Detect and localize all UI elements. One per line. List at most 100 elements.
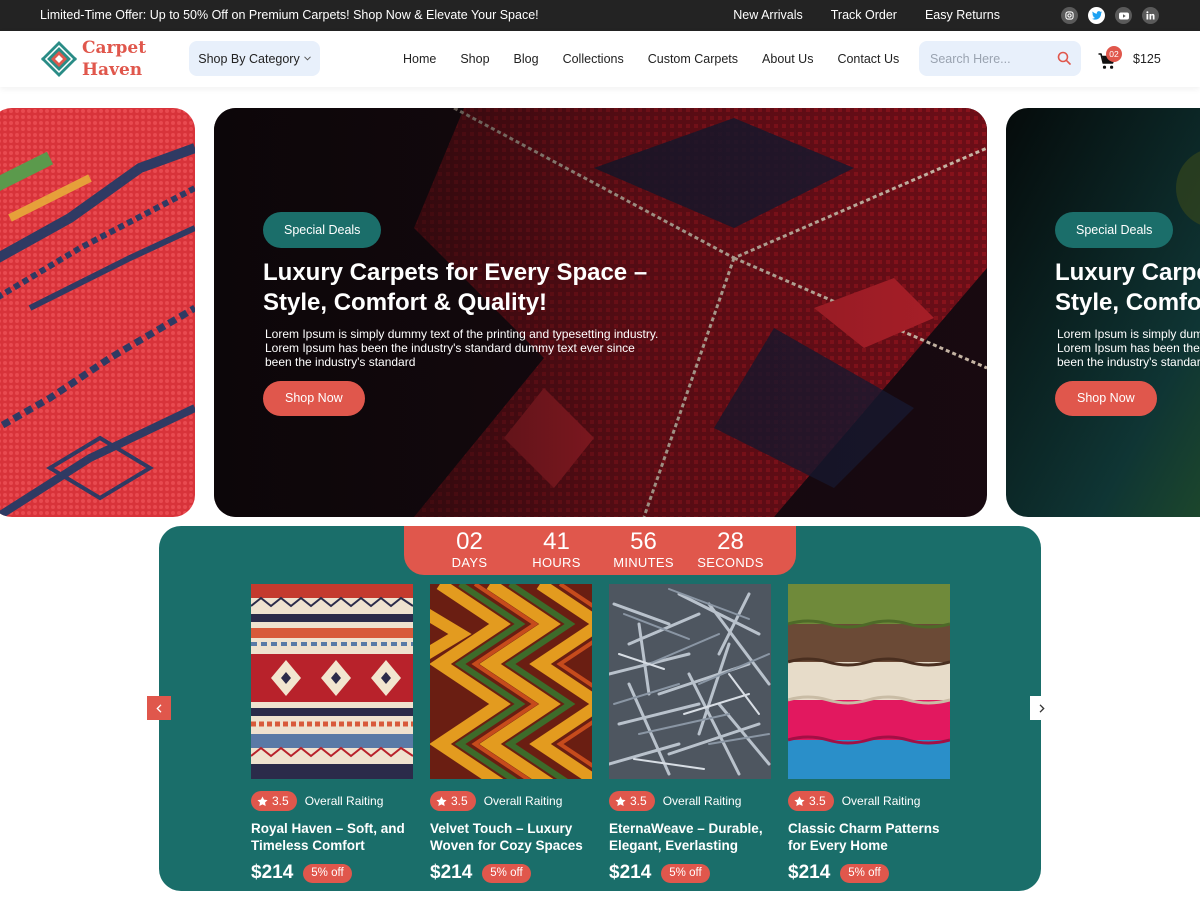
cart-total[interactable]: $125: [1133, 52, 1161, 66]
price-row: $214 5% off: [609, 862, 771, 884]
hours-value: 41: [543, 528, 570, 555]
shop-now-button[interactable]: Shop Now: [263, 381, 365, 416]
shop-by-category-button[interactable]: Shop By Category: [189, 41, 320, 76]
rating-value: 3.5: [630, 794, 647, 808]
discount-badge: 5% off: [661, 863, 710, 883]
woven-carpet-image: [430, 584, 592, 779]
logo-icon: [41, 41, 77, 77]
product-price: $214: [430, 862, 473, 883]
rating-row: 3.5 Overall Raiting: [251, 791, 413, 811]
youtube-icon[interactable]: [1115, 7, 1132, 24]
product-name[interactable]: EternaWeave – Durable, Elegant, Everlast…: [609, 820, 771, 854]
rating-value: 3.5: [272, 794, 289, 808]
hero-content-next: Special Deals Luxury Carpets for Every S…: [1055, 212, 1200, 416]
top-bar: Limited-Time Offer: Up to 50% Off on Pre…: [0, 0, 1200, 31]
hero-title: Luxury Carpets for Every Space – Style, …: [263, 259, 648, 316]
search-box: [919, 41, 1081, 76]
stacked-carpets-image: [788, 584, 950, 779]
days-label: DAYS: [451, 555, 488, 570]
main-nav: Home Shop Blog Collections Custom Carpet…: [403, 52, 923, 66]
seconds-label: SECONDS: [697, 555, 764, 570]
logo-text: Carpet Haven: [82, 37, 146, 81]
rating-label: Overall Raiting: [662, 794, 742, 808]
easy-returns-link[interactable]: Easy Returns: [925, 8, 1000, 22]
rating-value: 3.5: [451, 794, 468, 808]
main-header: Carpet Haven Shop By Category Home Shop …: [0, 31, 1200, 87]
track-order-link[interactable]: Track Order: [831, 8, 897, 22]
product-name[interactable]: Classic Charm Patterns for Every Home: [788, 820, 950, 854]
shag-carpet-image: [609, 584, 771, 779]
discount-badge: 5% off: [482, 863, 531, 883]
product-card[interactable]: 3.5 Overall Raiting Classic Charm Patter…: [788, 584, 950, 884]
price-row: $214 5% off: [430, 862, 592, 884]
price-row: $214 5% off: [251, 862, 413, 884]
product-image[interactable]: [251, 584, 413, 779]
product-image[interactable]: [430, 584, 592, 779]
price-row: $214 5% off: [788, 862, 950, 884]
hero-description-next: Lorem Ipsum is simply dummy text of the …: [1057, 327, 1200, 369]
carpet-image: [0, 108, 195, 517]
promo-text: Limited-Time Offer: Up to 50% Off on Pre…: [40, 8, 539, 22]
countdown-timer: 02 DAYS 41 HOURS 56 MINUTES 28 SECONDS: [404, 526, 796, 575]
linkedin-icon[interactable]: [1142, 7, 1159, 24]
seconds-value: 28: [717, 528, 744, 555]
hero-slide-next[interactable]: Special Deals Luxury Carpets for Every S…: [1006, 108, 1200, 517]
product-price: $214: [251, 862, 294, 883]
carousel-next-button[interactable]: [1030, 696, 1054, 720]
search-input[interactable]: [919, 41, 1039, 76]
nav-custom-carpets[interactable]: Custom Carpets: [648, 52, 738, 66]
product-name[interactable]: Velvet Touch – Luxury Woven for Cozy Spa…: [430, 820, 592, 854]
timer-minutes: 56 MINUTES: [609, 526, 679, 575]
special-deals-badge: Special Deals: [263, 212, 382, 248]
logo-line-2: Haven: [82, 60, 143, 80]
social-links: [1061, 7, 1159, 24]
rating-label: Overall Raiting: [483, 794, 563, 808]
product-image[interactable]: [788, 584, 950, 779]
hours-label: HOURS: [532, 555, 581, 570]
product-name[interactable]: Royal Haven – Soft, and Timeless Comfort: [251, 820, 413, 854]
special-deals-badge-next: Special Deals: [1055, 212, 1174, 248]
hero-slide-main: Special Deals Luxury Carpets for Every S…: [214, 108, 987, 517]
product-card[interactable]: 3.5 Overall Raiting Velvet Touch – Luxur…: [430, 584, 592, 884]
nav-home[interactable]: Home: [403, 52, 436, 66]
minutes-value: 56: [630, 528, 657, 555]
days-value: 02: [456, 528, 483, 555]
shop-now-button-next[interactable]: Shop Now: [1055, 381, 1157, 416]
nav-contact-us[interactable]: Contact Us: [837, 52, 899, 66]
hero-content: Special Deals Luxury Carpets for Every S…: [263, 212, 683, 416]
product-price: $214: [609, 862, 652, 883]
site-logo[interactable]: Carpet Haven: [40, 37, 146, 81]
product-card[interactable]: 3.5 Overall Raiting Royal Haven – Soft, …: [251, 584, 413, 884]
new-arrivals-link[interactable]: New Arrivals: [733, 8, 802, 22]
instagram-icon[interactable]: [1061, 7, 1078, 24]
top-links: New Arrivals Track Order Easy Returns: [733, 8, 1000, 22]
rating-badge: 3.5: [788, 791, 834, 811]
rating-label: Overall Raiting: [841, 794, 921, 808]
carousel-prev-button[interactable]: [147, 696, 171, 720]
rating-row: 3.5 Overall Raiting: [609, 791, 771, 811]
product-price: $214: [788, 862, 831, 883]
product-image[interactable]: [609, 584, 771, 779]
rating-row: 3.5 Overall Raiting: [788, 791, 950, 811]
nav-about-us[interactable]: About Us: [762, 52, 813, 66]
search-icon[interactable]: [1057, 51, 1071, 65]
product-card[interactable]: 3.5 Overall Raiting EternaWeave – Durabl…: [609, 584, 771, 884]
nav-collections[interactable]: Collections: [563, 52, 624, 66]
nav-shop[interactable]: Shop: [460, 52, 489, 66]
timer-hours: 41 HOURS: [522, 526, 592, 575]
discount-badge: 5% off: [303, 863, 352, 883]
chevron-left-icon: [156, 703, 162, 713]
nav-blog[interactable]: Blog: [514, 52, 539, 66]
kilim-carpet-image: [251, 584, 413, 779]
twitter-icon[interactable]: [1088, 7, 1105, 24]
rating-badge: 3.5: [251, 791, 297, 811]
chevron-right-icon: [1039, 703, 1045, 713]
hero-slide-previous[interactable]: [0, 108, 195, 517]
hero-description: Lorem Ipsum is simply dummy text of the …: [265, 327, 659, 369]
cart-count-badge: 02: [1106, 46, 1122, 62]
timer-days: 02 DAYS: [435, 526, 505, 575]
rating-row: 3.5 Overall Raiting: [430, 791, 592, 811]
hero-title-next: Luxury Carpets for Every Space – Style, …: [1055, 259, 1200, 316]
chevron-down-icon: [303, 56, 311, 61]
logo-line-1: Carpet: [82, 38, 147, 58]
